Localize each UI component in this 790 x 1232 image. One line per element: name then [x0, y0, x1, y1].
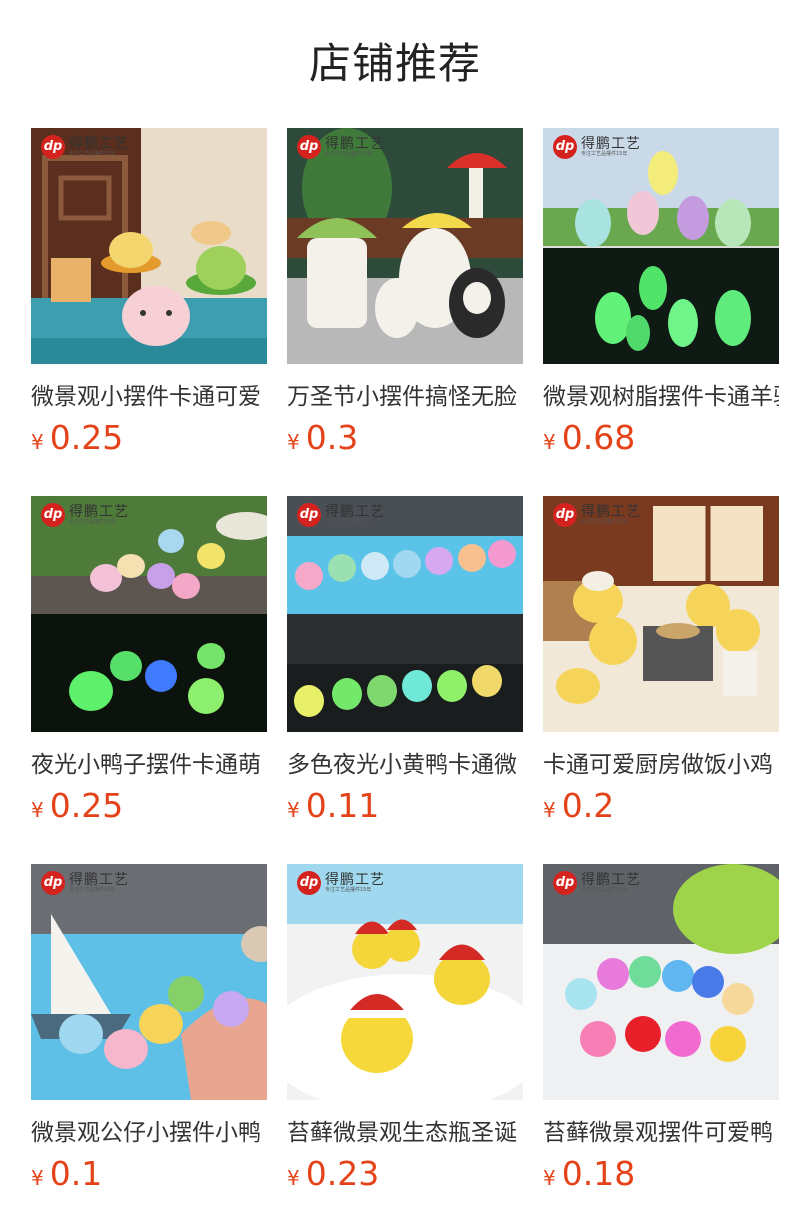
dp-logo-icon: dp [297, 135, 321, 159]
product-price: ¥0.25 [31, 786, 123, 825]
brand-name: 得鹏工艺 [325, 136, 385, 152]
brand-tagline: 专注工艺品摆件15年 [69, 519, 116, 525]
currency-symbol: ¥ [31, 1166, 44, 1190]
dp-logo-icon: dp [553, 135, 577, 159]
brand-logo: dp 得鹏工艺 专注工艺品摆件15年 [553, 503, 641, 527]
product-price: ¥0.11 [287, 786, 379, 825]
price-value: 0.3 [305, 418, 359, 457]
currency-symbol: ¥ [287, 798, 300, 822]
currency-symbol: ¥ [287, 430, 300, 454]
product-price: ¥0.18 [543, 1154, 635, 1193]
product-name[interactable]: 微景观小摆件卡通可爱 [31, 377, 267, 409]
product-image[interactable]: dp 得鹏工艺 专注工艺品摆件15年 [31, 128, 267, 364]
price-value: 0.25 [49, 418, 124, 457]
product-image[interactable]: dp 得鹏工艺 专注工艺品摆件15年 [543, 496, 779, 732]
product-card[interactable]: dp 得鹏工艺 专注工艺品摆件15年 微景观树脂摆件卡通羊驼 ¥0.68 [543, 128, 779, 468]
product-price: ¥0.23 [287, 1154, 379, 1193]
price-value: 0.25 [49, 786, 124, 825]
price-value: 0.11 [305, 786, 380, 825]
product-card[interactable]: dp 得鹏工艺 专注工艺品摆件15年 苔藓微景观摆件可爱鸭 ¥0.18 [543, 864, 779, 1204]
brand-logo: dp 得鹏工艺 专注工艺品摆件15年 [553, 135, 641, 159]
brand-name: 得鹏工艺 [69, 504, 129, 520]
brand-logo: dp 得鹏工艺 专注工艺品摆件15年 [41, 503, 129, 527]
product-grid: dp 得鹏工艺 专注工艺品摆件15年 微景观小摆件卡通可爱 ¥0.25 dp 得… [31, 128, 779, 1208]
product-card[interactable]: dp 得鹏工艺 专注工艺品摆件15年 卡通可爱厨房做饭小鸡 ¥0.2 [543, 496, 779, 836]
brand-name: 得鹏工艺 [325, 872, 385, 888]
dp-logo-icon: dp [41, 871, 65, 895]
product-image[interactable]: dp 得鹏工艺 专注工艺品摆件15年 [31, 864, 267, 1100]
product-name[interactable]: 卡通可爱厨房做饭小鸡 [543, 745, 779, 777]
product-card[interactable]: dp 得鹏工艺 专注工艺品摆件15年 万圣节小摆件搞怪无脸 ¥0.3 [287, 128, 523, 468]
product-name[interactable]: 微景观树脂摆件卡通羊驼 [543, 377, 779, 409]
currency-symbol: ¥ [543, 798, 556, 822]
product-name[interactable]: 多色夜光小黄鸭卡通微 [287, 745, 523, 777]
price-value: 0.68 [561, 418, 636, 457]
product-price: ¥0.3 [287, 418, 358, 457]
product-card[interactable]: dp 得鹏工艺 专注工艺品摆件15年 微景观小摆件卡通可爱 ¥0.25 [31, 128, 267, 468]
brand-name: 得鹏工艺 [581, 872, 641, 888]
brand-logo: dp 得鹏工艺 专注工艺品摆件15年 [41, 135, 129, 159]
currency-symbol: ¥ [31, 798, 44, 822]
product-image[interactable]: dp 得鹏工艺 专注工艺品摆件15年 [287, 864, 523, 1100]
brand-tagline: 专注工艺品摆件15年 [69, 887, 116, 893]
brand-name: 得鹏工艺 [581, 504, 641, 520]
dp-logo-icon: dp [297, 503, 321, 527]
product-price: ¥0.68 [543, 418, 635, 457]
product-price: ¥0.25 [31, 418, 123, 457]
product-name[interactable]: 万圣节小摆件搞怪无脸 [287, 377, 523, 409]
dp-logo-icon: dp [297, 871, 321, 895]
currency-symbol: ¥ [287, 1166, 300, 1190]
dp-logo-icon: dp [41, 503, 65, 527]
product-image[interactable]: dp 得鹏工艺 专注工艺品摆件15年 [543, 864, 779, 1100]
currency-symbol: ¥ [31, 430, 44, 454]
brand-tagline: 专注工艺品摆件15年 [325, 151, 372, 157]
brand-tagline: 专注工艺品摆件15年 [581, 151, 628, 157]
brand-tagline: 专注工艺品摆件15年 [581, 519, 628, 525]
product-card[interactable]: dp 得鹏工艺 专注工艺品摆件15年 微景观公仔小摆件小鸭 ¥0.1 [31, 864, 267, 1204]
brand-tagline: 专注工艺品摆件15年 [325, 519, 372, 525]
brand-tagline: 专注工艺品摆件15年 [581, 887, 628, 893]
product-image[interactable]: dp 得鹏工艺 专注工艺品摆件15年 [543, 128, 779, 364]
brand-name: 得鹏工艺 [325, 504, 385, 520]
brand-tagline: 专注工艺品摆件15年 [325, 887, 372, 893]
brand-name: 得鹏工艺 [69, 872, 129, 888]
brand-tagline: 专注工艺品摆件15年 [69, 151, 116, 157]
product-price: ¥0.1 [31, 1154, 102, 1193]
brand-name: 得鹏工艺 [581, 136, 641, 152]
price-value: 0.2 [561, 786, 615, 825]
price-value: 0.1 [49, 1154, 103, 1193]
product-image[interactable]: dp 得鹏工艺 专注工艺品摆件15年 [287, 128, 523, 364]
product-name[interactable]: 夜光小鸭子摆件卡通萌 [31, 745, 267, 777]
dp-logo-icon: dp [553, 871, 577, 895]
currency-symbol: ¥ [543, 430, 556, 454]
product-name[interactable]: 微景观公仔小摆件小鸭 [31, 1113, 267, 1145]
section-title: 店铺推荐 [308, 39, 481, 88]
brand-logo: dp 得鹏工艺 专注工艺品摆件15年 [297, 135, 385, 159]
product-name[interactable]: 苔藓微景观摆件可爱鸭 [543, 1113, 779, 1145]
dp-logo-icon: dp [553, 503, 577, 527]
brand-logo: dp 得鹏工艺 专注工艺品摆件15年 [297, 871, 385, 895]
price-value: 0.18 [561, 1154, 636, 1193]
dp-logo-icon: dp [41, 135, 65, 159]
price-value: 0.23 [305, 1154, 380, 1193]
product-name[interactable]: 苔藓微景观生态瓶圣诞 [287, 1113, 523, 1145]
brand-name: 得鹏工艺 [69, 136, 129, 152]
product-card[interactable]: dp 得鹏工艺 专注工艺品摆件15年 夜光小鸭子摆件卡通萌 ¥0.25 [31, 496, 267, 836]
brand-logo: dp 得鹏工艺 专注工艺品摆件15年 [553, 871, 641, 895]
product-image[interactable]: dp 得鹏工艺 专注工艺品摆件15年 [287, 496, 523, 732]
product-card[interactable]: dp 得鹏工艺 专注工艺品摆件15年 多色夜光小黄鸭卡通微 ¥0.11 [287, 496, 523, 836]
currency-symbol: ¥ [543, 1166, 556, 1190]
brand-logo: dp 得鹏工艺 专注工艺品摆件15年 [297, 503, 385, 527]
product-image[interactable]: dp 得鹏工艺 专注工艺品摆件15年 [31, 496, 267, 732]
product-card[interactable]: dp 得鹏工艺 专注工艺品摆件15年 苔藓微景观生态瓶圣诞 ¥0.23 [287, 864, 523, 1204]
brand-logo: dp 得鹏工艺 专注工艺品摆件15年 [41, 871, 129, 895]
product-price: ¥0.2 [543, 786, 614, 825]
